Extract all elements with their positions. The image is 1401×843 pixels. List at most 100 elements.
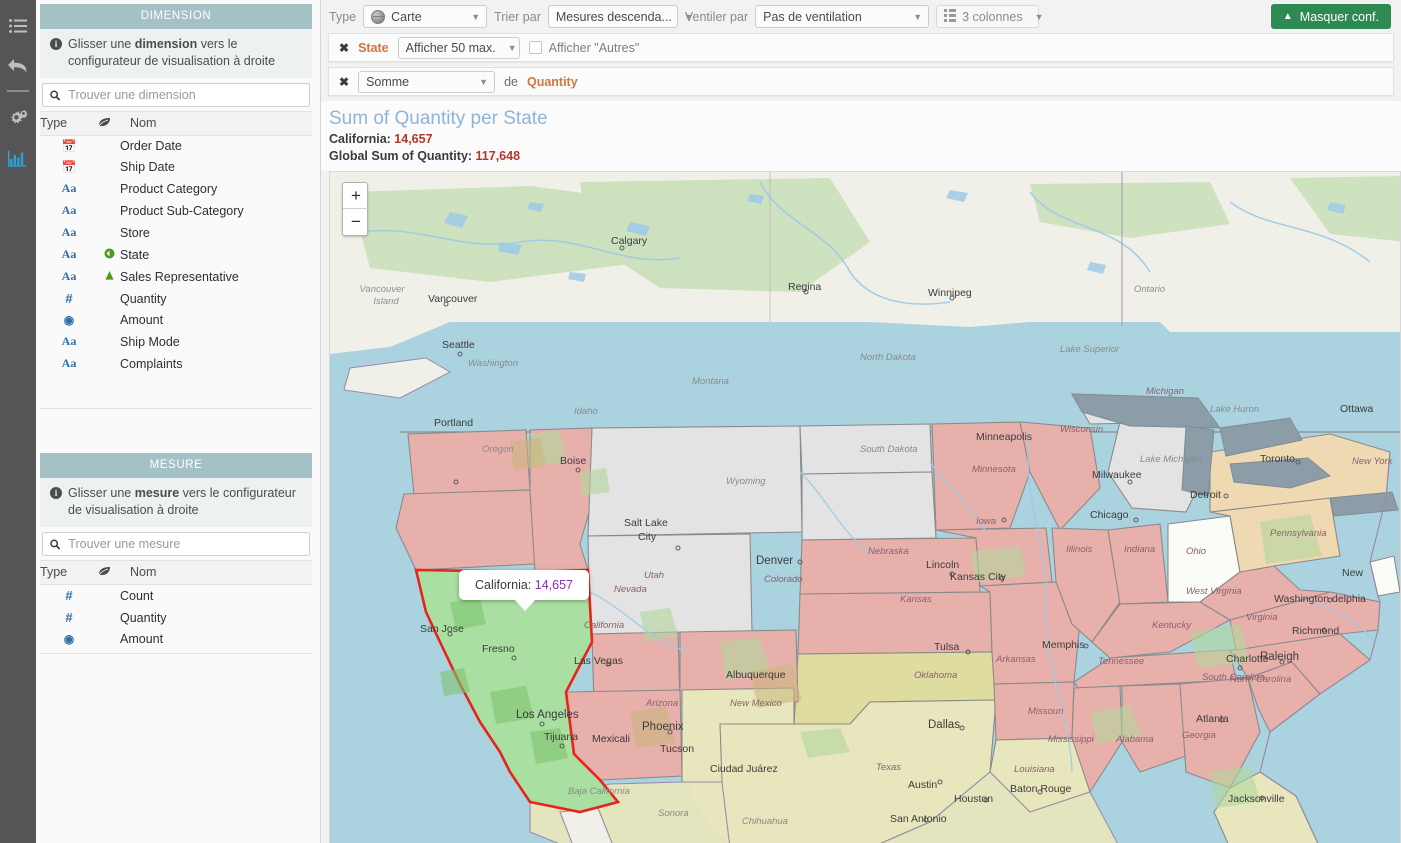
field-row[interactable]: ◉ Amount (40, 310, 312, 331)
text-icon: Aa (61, 269, 77, 283)
display-limit-select[interactable]: Afficher 50 max. ▼ (397, 36, 520, 59)
map-canvas[interactable]: Calgary Regina Winnipeg Vancouver Island… (329, 171, 1401, 843)
field-name-cell[interactable]: Amount (120, 310, 312, 331)
aggregation-select[interactable]: Somme ▼ (358, 70, 496, 93)
svg-text:Missouri: Missouri (1028, 706, 1064, 717)
field-name-cell[interactable]: Product Category (120, 178, 312, 200)
mesure-search-box[interactable] (42, 532, 310, 556)
field-geo-cell (98, 607, 120, 629)
mesure-search-wrap (40, 527, 312, 560)
field-name-cell[interactable]: Ship Mode (120, 331, 312, 353)
dimension-search-input[interactable] (66, 87, 302, 103)
field-name-cell[interactable]: Ship Date (120, 157, 312, 178)
svg-text:Ohio: Ohio (1186, 546, 1206, 557)
remove-measure-button[interactable]: ✖ (339, 75, 349, 89)
field-row[interactable]: Aa Ship Mode (40, 331, 312, 353)
field-geo-cell (98, 353, 120, 375)
mesure-search-input[interactable] (66, 536, 302, 552)
search-icon (50, 90, 61, 101)
svg-text:Ottawa: Ottawa (1340, 403, 1373, 415)
svg-text:Los Angeles: Los Angeles (516, 709, 579, 721)
split-select[interactable]: Pas de ventilation ▼ (755, 5, 930, 28)
field-row[interactable]: Aa Complaints (40, 353, 312, 375)
selected-state-value: 14,657 (394, 132, 433, 146)
dimension-search-box[interactable] (42, 83, 310, 107)
type-select[interactable]: Carte ▼ (363, 5, 488, 28)
columns-select[interactable]: 3 colonnes ▼ (936, 5, 1044, 28)
svg-text:Montana: Montana (692, 376, 729, 387)
svg-text:Baja California: Baja California (568, 786, 630, 797)
field-name-cell[interactable]: Quantity (120, 607, 312, 629)
field-name-cell[interactable]: Amount (120, 629, 312, 650)
text-icon: Aa (61, 203, 77, 217)
show-others-checkbox[interactable]: Afficher "Autres" (528, 41, 639, 55)
col-type-header: Type (40, 560, 98, 585)
field-row[interactable]: Aa Product Category (40, 178, 312, 200)
field-name-cell[interactable]: Sales Representative (120, 266, 312, 288)
field-name-cell[interactable]: Store (120, 222, 312, 244)
mesure-rows: # Count # Quantity ◉ Amount (40, 585, 312, 651)
measure-config-row: ✖ Somme ▼ de Quantity (328, 67, 1394, 96)
svg-text:Calgary: Calgary (611, 235, 648, 247)
checkbox-box[interactable] (528, 41, 542, 54)
chart-icon[interactable] (0, 138, 36, 178)
mesure-section-header: MESURE (40, 453, 312, 478)
field-type-cell: Aa (40, 353, 98, 375)
dimension-list-end (40, 375, 312, 409)
svg-text:Arizona: Arizona (645, 698, 678, 709)
sort-select-value: Mesures descenda... (555, 9, 672, 24)
geo-marker-icon (104, 270, 114, 280)
undo-icon[interactable] (0, 46, 36, 86)
field-row[interactable]: 📅 Ship Date (40, 157, 312, 178)
zoom-out-button[interactable]: − (343, 209, 369, 235)
col-nom-header: Nom (120, 111, 312, 136)
sort-label: Trier par (494, 9, 541, 24)
settings-icon[interactable] (0, 98, 36, 138)
text-icon: Aa (61, 225, 77, 239)
field-row[interactable]: Aa Store (40, 222, 312, 244)
type-select-value: Carte (391, 9, 422, 24)
svg-text:Winnipeg: Winnipeg (928, 287, 972, 299)
text-icon: Aa (61, 181, 77, 195)
mesure-field-table: Type Nom # Count # Quantity ◉ Amount (40, 560, 312, 650)
svg-text:Dallas: Dallas (928, 719, 960, 731)
search-icon (50, 539, 61, 550)
measure-field-name[interactable]: Quantity (527, 75, 578, 89)
list-icon[interactable] (0, 6, 36, 46)
hide-config-button[interactable]: ▲ Masquer conf. (1270, 4, 1391, 29)
svg-text:Regina: Regina (788, 281, 821, 293)
field-name-cell[interactable]: Product Sub-Category (120, 200, 312, 222)
rail-divider (7, 90, 29, 92)
field-row[interactable]: 📅 Order Date (40, 136, 312, 158)
field-geo-cell (98, 178, 120, 200)
svg-text:Nevada: Nevada (614, 584, 647, 595)
field-geo-cell (98, 331, 120, 353)
field-row[interactable]: # Quantity (40, 288, 312, 310)
field-type-cell: # (40, 585, 98, 608)
field-row[interactable]: ◉ Amount (40, 629, 312, 650)
sort-select[interactable]: Mesures descenda... ▼ (547, 5, 693, 28)
svg-text:delphia: delphia (1332, 593, 1366, 605)
zoom-in-button[interactable]: + (343, 183, 369, 209)
field-name-cell[interactable]: Count (120, 585, 312, 608)
chevron-down-icon: ▼ (471, 11, 481, 22)
svg-text:Michigan: Michigan (1146, 386, 1184, 397)
field-row[interactable]: Aa Product Sub-Category (40, 200, 312, 222)
map-zoom-controls[interactable]: + − (342, 182, 369, 236)
field-row[interactable]: Aa State (40, 244, 312, 266)
field-name-cell[interactable]: Complaints (120, 353, 312, 375)
field-name-cell[interactable]: State (120, 244, 312, 266)
field-row[interactable]: # Quantity (40, 607, 312, 629)
field-row[interactable]: # Count (40, 585, 312, 608)
chevron-down-icon: ▼ (913, 11, 923, 22)
state-washington (407, 429, 531, 495)
svg-text:Colorado: Colorado (764, 574, 803, 585)
remove-dimension-button[interactable]: ✖ (339, 41, 349, 55)
field-row[interactable]: Aa Sales Representative (40, 266, 312, 288)
field-name-cell[interactable]: Quantity (120, 288, 312, 310)
visualization-header: Sum of Quantity per State California: 14… (321, 101, 1401, 171)
dimension-field-name[interactable]: State (358, 41, 389, 55)
svg-text:Island: Island (373, 296, 399, 307)
field-name-cell[interactable]: Order Date (120, 136, 312, 158)
dimension-header-row: Type Nom (40, 111, 312, 136)
